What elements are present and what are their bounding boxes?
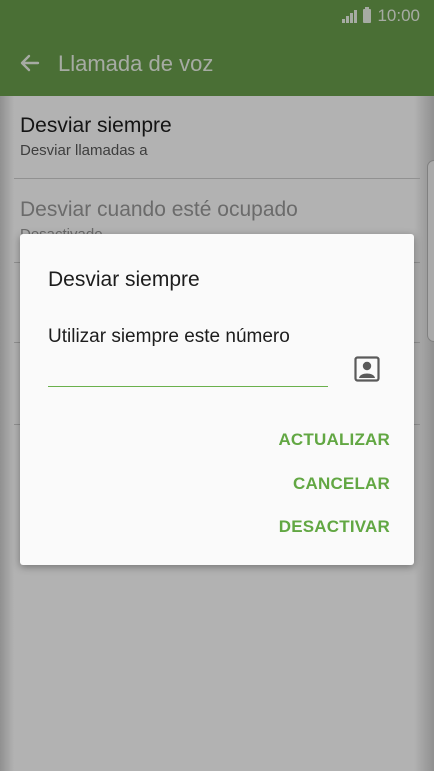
dialog-label: Utilizar siempre este número [48,326,290,347]
phone-number-input[interactable] [48,360,328,387]
forward-dialog: Desviar siempre Utilizar siempre este nú… [20,234,414,565]
update-button[interactable]: ACTUALIZAR [278,430,390,450]
deactivate-button[interactable]: DESACTIVAR [279,517,390,537]
cancel-button[interactable]: CANCELAR [293,474,390,494]
dialog-title: Desviar siempre [48,268,200,291]
contact-icon[interactable] [354,356,380,382]
